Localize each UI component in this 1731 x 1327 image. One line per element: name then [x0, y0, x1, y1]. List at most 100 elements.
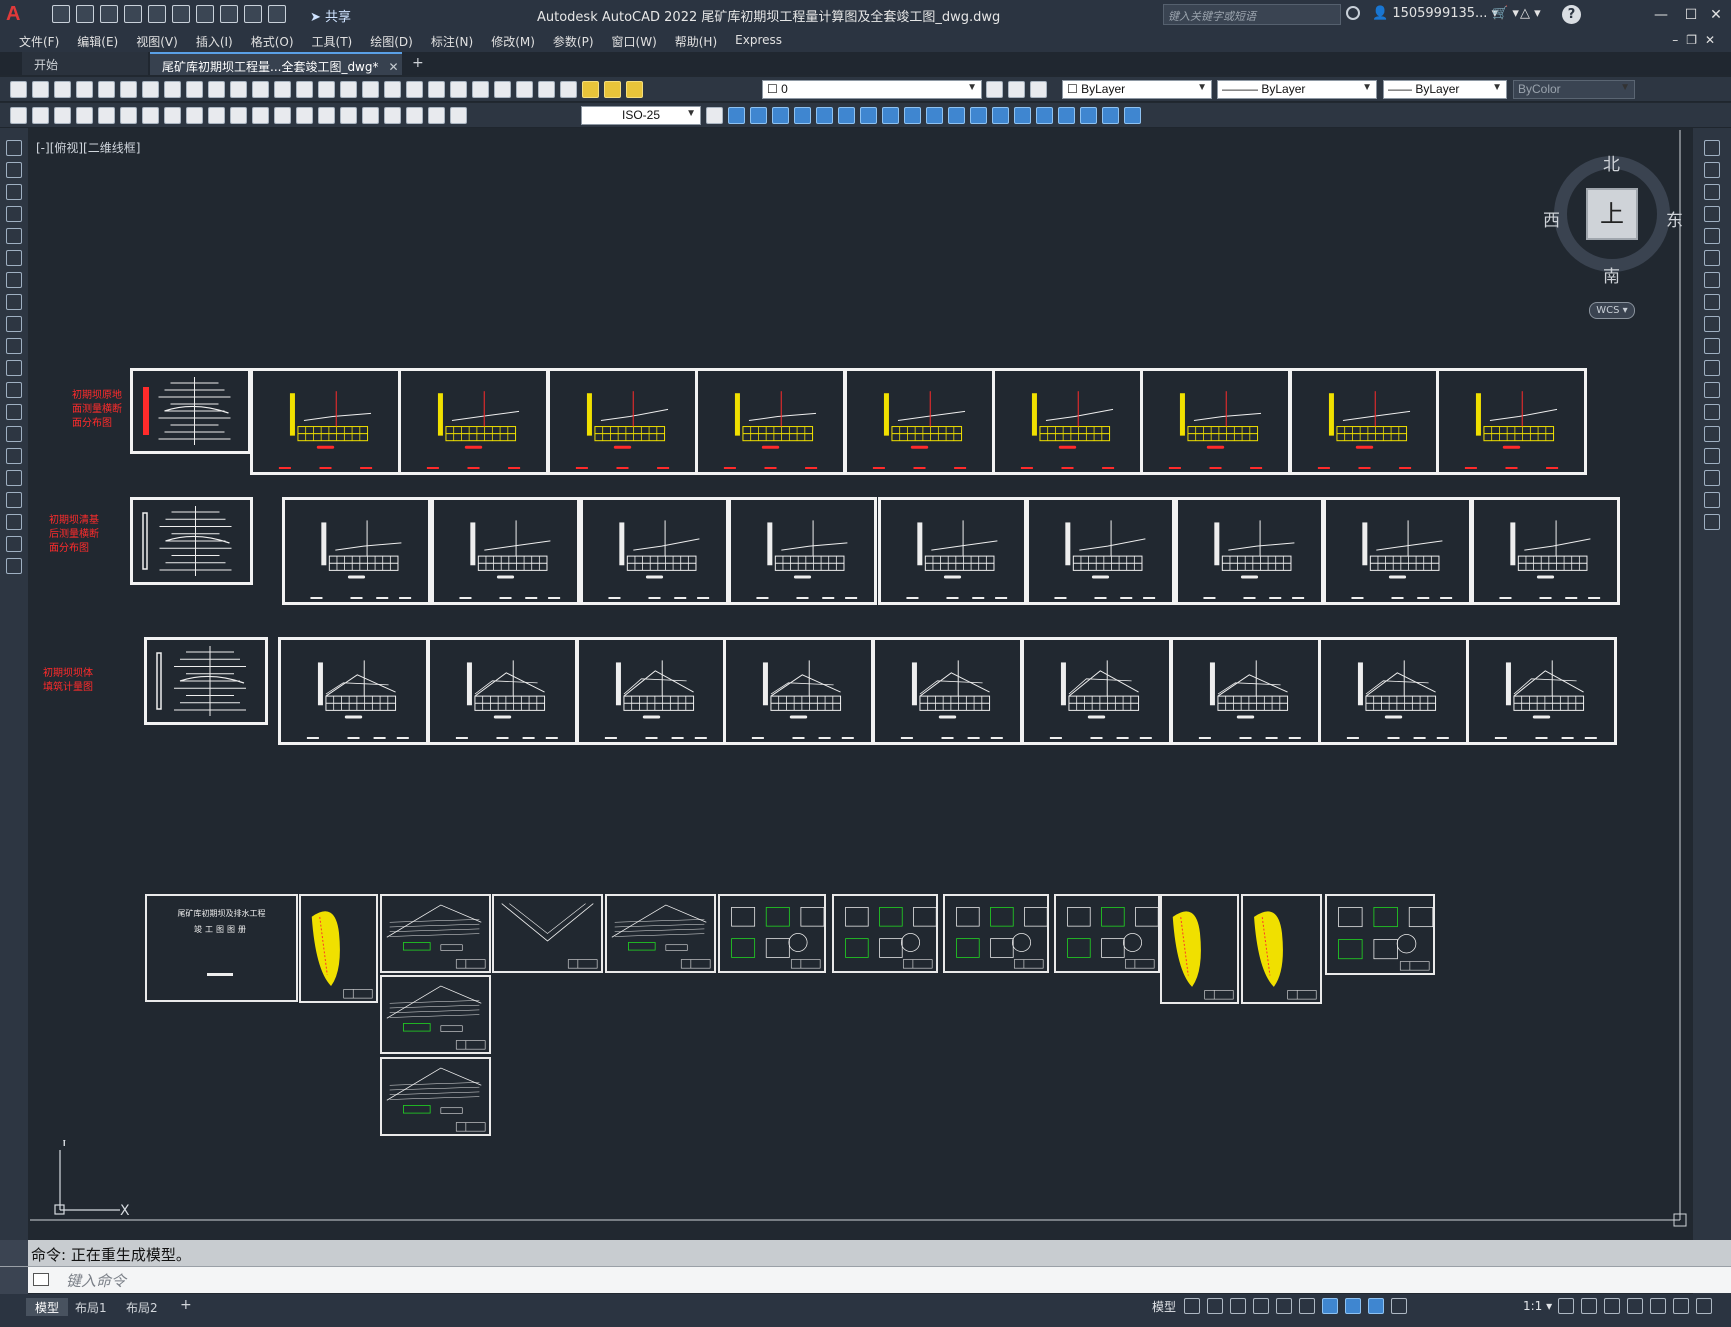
tab-layout1[interactable]: 布局1 [66, 1298, 116, 1316]
share-button[interactable]: ➤ 共享 [310, 6, 351, 25]
break-palette-icon[interactable] [1704, 404, 1720, 420]
dim-update-icon[interactable] [450, 107, 467, 124]
row2-section-sheet[interactable] [1026, 497, 1175, 605]
row3-plan-sheet[interactable] [144, 637, 268, 725]
menu-dimension[interactable]: 标注(N) [422, 30, 482, 52]
dim-space-icon[interactable] [274, 107, 291, 124]
customize-qat-icon[interactable] [268, 5, 286, 23]
search-input[interactable]: 键入关键字或短语 [1163, 4, 1341, 25]
break-point-icon[interactable] [1704, 382, 1720, 398]
menu-format[interactable]: 格式(O) [242, 30, 303, 52]
detail-sheet-5[interactable] [1325, 894, 1435, 975]
row1-section-sheet[interactable] [547, 368, 698, 475]
menu-edit[interactable]: 编辑(E) [68, 30, 127, 52]
row3-section-sheet[interactable] [872, 637, 1023, 745]
layer-states-icon[interactable] [1030, 81, 1047, 98]
block-editor-icon[interactable] [252, 81, 269, 98]
stretch-palette-icon[interactable] [1704, 316, 1720, 332]
row2-section-sheet[interactable] [580, 497, 729, 605]
profile-sheet-1[interactable] [380, 894, 491, 973]
lineweight-dropdown[interactable]: —— ByLayer ▼ [1383, 80, 1507, 99]
erase-icon[interactable] [1704, 140, 1720, 156]
join-icon[interactable] [970, 107, 987, 124]
fillet-icon[interactable] [1014, 107, 1031, 124]
customize-status-icon[interactable] [1696, 1298, 1712, 1314]
web-save-icon[interactable] [172, 5, 190, 23]
minimize-button[interactable]: — [1646, 3, 1676, 27]
array-palette-icon[interactable] [1704, 228, 1720, 244]
compass-north[interactable]: 北 [1603, 150, 1620, 175]
scale-icon[interactable] [860, 107, 877, 124]
close-tab-icon[interactable]: ✕ [389, 60, 399, 74]
row2-section-sheet[interactable] [728, 497, 877, 605]
map-sheet-1[interactable] [299, 894, 378, 1003]
clean-screen-icon[interactable] [1673, 1298, 1689, 1314]
profile-sheet-4[interactable] [605, 894, 716, 973]
polar-icon[interactable] [1253, 1298, 1269, 1314]
row2-section-sheet[interactable] [1471, 497, 1620, 605]
dimstyle-icon[interactable] [706, 107, 723, 124]
inspection-icon[interactable] [362, 107, 379, 124]
mtext-icon[interactable] [6, 536, 22, 552]
layer-on-icon[interactable] [582, 81, 599, 98]
menu-express[interactable]: Express [726, 30, 791, 52]
tab-drawing[interactable]: 尾矿库初期坝工程量...全套竣工图_dwg* ✕ [150, 52, 402, 75]
viewport-controls[interactable]: [-][俯视][二维线框] [36, 139, 140, 156]
explode-icon[interactable] [1036, 107, 1053, 124]
dim-ordinate-icon[interactable] [142, 107, 159, 124]
make-current-icon[interactable] [986, 81, 1003, 98]
dim-radius-icon[interactable] [98, 107, 115, 124]
annotation-visibility-icon[interactable] [1368, 1298, 1384, 1314]
quickcalc-icon[interactable] [516, 81, 533, 98]
point-icon[interactable] [1102, 107, 1119, 124]
chamfer-icon[interactable] [992, 107, 1009, 124]
sheet-set-icon[interactable] [472, 81, 489, 98]
open-icon[interactable] [32, 81, 49, 98]
isolate-objects-icon[interactable] [1650, 1298, 1666, 1314]
fillet-palette-icon[interactable] [1704, 470, 1720, 486]
menu-draw[interactable]: 绘图(D) [361, 30, 422, 52]
add-selected-icon[interactable] [6, 558, 22, 574]
object-tracking-icon[interactable] [1299, 1298, 1315, 1314]
customize-command-icon[interactable] [0, 1267, 28, 1294]
insert-block-icon[interactable] [1058, 107, 1075, 124]
tab-start[interactable]: 开始 [22, 52, 148, 75]
user-account[interactable]: 👤 1505999135... ▾ [1372, 6, 1498, 21]
redo-icon[interactable] [244, 5, 262, 23]
annotation-monitor-icon[interactable] [1581, 1298, 1597, 1314]
row3-section-sheet[interactable] [1021, 637, 1172, 745]
match-prop-icon[interactable] [230, 81, 247, 98]
row3-section-sheet[interactable] [1318, 637, 1469, 745]
layer-previous-icon[interactable] [1008, 81, 1025, 98]
menu-parametric[interactable]: 参数(P) [544, 30, 603, 52]
row3-section-sheet[interactable] [723, 637, 874, 745]
detail-sheet-3[interactable] [943, 894, 1049, 973]
hatch-draw-icon[interactable] [6, 448, 22, 464]
save-as-icon[interactable] [124, 5, 142, 23]
design-center-icon[interactable] [428, 81, 445, 98]
row3-section-sheet[interactable] [1170, 637, 1321, 745]
center-mark-icon[interactable] [340, 107, 357, 124]
zoom-realtime-icon[interactable] [340, 81, 357, 98]
rectangle-icon[interactable] [6, 228, 22, 244]
plot-toolbar-icon[interactable] [76, 81, 93, 98]
rotate-palette-icon[interactable] [1704, 272, 1720, 288]
menu-help[interactable]: 帮助(H) [666, 30, 726, 52]
row1-section-sheet[interactable] [1289, 368, 1440, 475]
cart-icon[interactable]: 🛒 ▾ [1492, 6, 1519, 21]
wcs-menu[interactable]: WCS ▾ [1589, 302, 1635, 319]
menu-file[interactable]: 文件(F) [10, 30, 68, 52]
explode-palette-icon[interactable] [1704, 514, 1720, 530]
polygon-icon[interactable] [6, 206, 22, 222]
dim-diameter-icon[interactable] [208, 107, 225, 124]
jogged-linear-icon[interactable] [384, 107, 401, 124]
new-file-icon[interactable] [52, 5, 70, 23]
paste-icon[interactable] [208, 81, 225, 98]
undo-toolbar-icon[interactable] [274, 81, 291, 98]
mirror-icon[interactable] [750, 107, 767, 124]
tolerance-icon[interactable] [318, 107, 335, 124]
document-window-controls[interactable]: –❐✕ [1672, 33, 1723, 47]
valley-sheet[interactable] [492, 894, 603, 973]
make-block-icon[interactable] [1080, 107, 1097, 124]
dim-baseline-icon[interactable] [164, 107, 181, 124]
